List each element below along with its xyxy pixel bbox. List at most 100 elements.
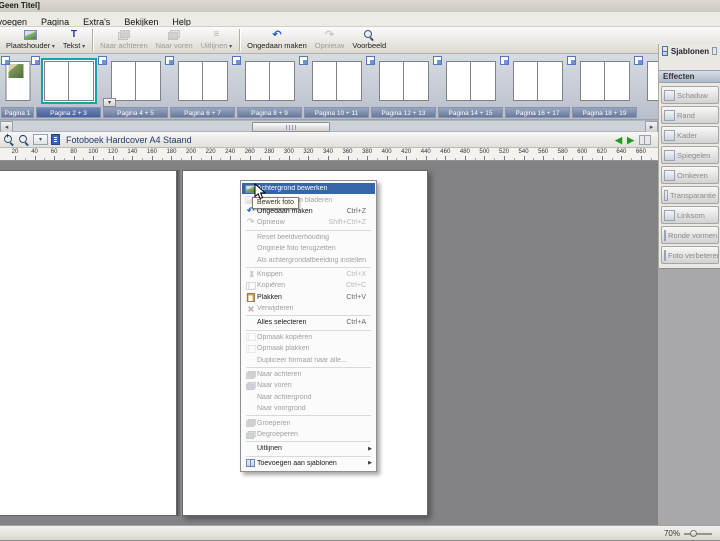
- mouse-cursor-icon: [254, 183, 266, 200]
- page-thumbnail-label: Pagina 18 + 19: [572, 107, 637, 118]
- document-title: Fotoboek Hardcover A4 Staand: [66, 135, 192, 145]
- zoom-preset-dropdown[interactable]: [33, 134, 48, 145]
- tekst-button[interactable]: TTekst: [59, 28, 89, 53]
- insert-pages-icon[interactable]: [98, 56, 107, 65]
- page-thumbnail-pagina-16-17[interactable]: Pagina 16 + 17: [504, 54, 571, 120]
- insert-pages-icon[interactable]: [165, 56, 174, 65]
- spread-view-icon[interactable]: [639, 135, 651, 144]
- thumbnail-scrollbar[interactable]: [0, 120, 658, 132]
- menu-bekijken[interactable]: Bekijken: [117, 15, 165, 27]
- zoom-out-icon[interactable]: [18, 134, 30, 146]
- redo-icon: ↷: [246, 218, 256, 227]
- previous-page-arrow-icon[interactable]: [615, 134, 622, 146]
- insert-pages-icon[interactable]: [567, 56, 576, 65]
- zoom-in-icon[interactable]: [3, 134, 15, 146]
- context-item-plakken[interactable]: PlakkenCtrl+V: [242, 292, 375, 303]
- context-item-alles-selecteren[interactable]: Alles selecterenCtrl+A: [242, 317, 375, 328]
- insert-pages-icon[interactable]: [366, 56, 375, 65]
- cut-icon: [247, 270, 255, 278]
- shortcut-label: Ctrl+Z: [347, 208, 366, 215]
- voorbeeld-button[interactable]: Voorbeeld: [348, 28, 390, 53]
- shortcut-label: Ctrl+V: [346, 294, 366, 301]
- template-icon: [246, 459, 255, 467]
- insert-pages-icon[interactable]: [1, 56, 10, 65]
- effect-label: Linksom: [677, 211, 705, 220]
- copy-icon: [246, 282, 256, 290]
- shortcut-label: Shift+Ctrl+Z: [329, 219, 366, 226]
- placeholder-icon: [24, 30, 37, 40]
- ruler-number: 620: [597, 149, 607, 156]
- context-item-opmaak-kopi-ren: Opmaak kopiëren: [242, 332, 375, 343]
- effect-icon: [664, 250, 666, 261]
- page-thumbnail-pagina-2-3[interactable]: Pagina 2 + 3: [35, 54, 102, 120]
- templates-tab-label: Sjablonen: [671, 47, 709, 56]
- ongedaan-maken-button[interactable]: ↶Ongedaan maken: [243, 28, 311, 53]
- insert-pages-icon[interactable]: [31, 56, 40, 65]
- title-bar: [Geen Titel]: [0, 0, 720, 12]
- shortcut-label: Ctrl+C: [346, 282, 366, 289]
- effect-rand: Rand: [661, 106, 719, 124]
- ruler-number: 380: [362, 149, 372, 156]
- paste-icon: [247, 293, 255, 302]
- toolbar-button-label: Naar achteren: [100, 41, 148, 51]
- page-thumbnail-pagina-4-5[interactable]: Pagina 4 + 5: [102, 54, 169, 120]
- context-item-uitlijnen[interactable]: Uitlijnen▶: [242, 443, 375, 454]
- menu-extra-s[interactable]: Extra's: [76, 15, 117, 27]
- plaatshouder-button[interactable]: Plaatshouder: [2, 28, 59, 53]
- effect-label: Foto verbeteren: [668, 251, 719, 260]
- page-thumbnail-pagina-6-7[interactable]: Pagina 6 + 7: [169, 54, 236, 120]
- toolbar-separator: [239, 29, 240, 51]
- page-thumbnail-pagina-12-13[interactable]: Pagina 12 + 13: [370, 54, 437, 120]
- format-paste-icon: [246, 345, 256, 353]
- insert-pages-icon[interactable]: [299, 56, 308, 65]
- menu-invoegen[interactable]: Invoegen: [0, 15, 34, 27]
- ruler-number: 20: [12, 149, 19, 156]
- ruler-number: 540: [519, 149, 529, 156]
- status-bar: 70%: [0, 525, 720, 540]
- page-left[interactable]: [0, 170, 177, 516]
- panel-pin-icon[interactable]: [712, 47, 717, 55]
- thumbnail-pages: [579, 60, 631, 102]
- menu-pagina[interactable]: Pagina: [34, 15, 76, 27]
- effect-label: Spiegelen: [677, 151, 710, 160]
- scrollbar-thumb[interactable]: [252, 122, 330, 132]
- ruler-number: 420: [401, 149, 411, 156]
- page-thumbnail-pagina-18-19[interactable]: Pagina 18 + 19: [571, 54, 638, 120]
- effect-foto-verbeteren: Foto verbeteren: [661, 246, 719, 264]
- zoom-slider[interactable]: [684, 533, 712, 535]
- effect-label: Ronde vormen: [668, 231, 717, 240]
- context-item-toevoegen-aan-sjablonen[interactable]: Toevoegen aan sjablonen▶: [242, 458, 375, 469]
- insert-pages-icon[interactable]: [500, 56, 509, 65]
- ruler-number: 340: [323, 149, 333, 156]
- menu-help[interactable]: Help: [165, 15, 198, 27]
- menu-separator: [246, 456, 371, 457]
- horizontal-ruler: 2040608010012014016018020022024026028030…: [0, 148, 658, 161]
- align-icon: ≡: [211, 30, 222, 40]
- page-options-dropdown[interactable]: [103, 98, 116, 107]
- effects-list: SchaduwRandKaderSpiegelenOmkerenTranspar…: [661, 86, 719, 264]
- delete-icon: [247, 305, 255, 313]
- insert-pages-icon[interactable]: [634, 56, 643, 65]
- toolbar-button-label: Plaatshouder: [6, 41, 55, 52]
- insert-pages-icon[interactable]: [433, 56, 442, 65]
- zoom-slider-knob[interactable]: [690, 530, 697, 537]
- insert-pages-icon[interactable]: [232, 56, 241, 65]
- ruler-number: 240: [225, 149, 235, 156]
- context-item-als-achtergrondafbeelding-instellen: Als achtergrondafbeelding instellen: [242, 254, 375, 265]
- ruler-number: 500: [479, 149, 489, 156]
- menu-separator: [246, 230, 371, 231]
- uitlijnen-button: ≡Uitlijnen: [197, 28, 236, 53]
- templates-tab[interactable]: Sjablonen: [659, 44, 720, 58]
- submenu-arrow-icon: ▶: [366, 460, 372, 466]
- format-copy-icon: [246, 333, 256, 341]
- context-item-naar-voren: Naar voren: [242, 380, 375, 391]
- effect-icon: [664, 90, 675, 101]
- page-thumbnail-pagina-10-11[interactable]: Pagina 10 + 11: [303, 54, 370, 120]
- next-page-arrow-icon[interactable]: [627, 134, 634, 146]
- page-thumbnail-pagina-14-15[interactable]: Pagina 14 + 15: [437, 54, 504, 120]
- document-toolbar: Fotoboek Hardcover A4 Staand: [0, 132, 658, 148]
- menu-separator: [246, 441, 371, 442]
- page-thumbnail-pagina-8-9[interactable]: Pagina 8 + 9: [236, 54, 303, 120]
- effect-icon: [664, 110, 675, 121]
- ruler-number: 60: [51, 149, 58, 156]
